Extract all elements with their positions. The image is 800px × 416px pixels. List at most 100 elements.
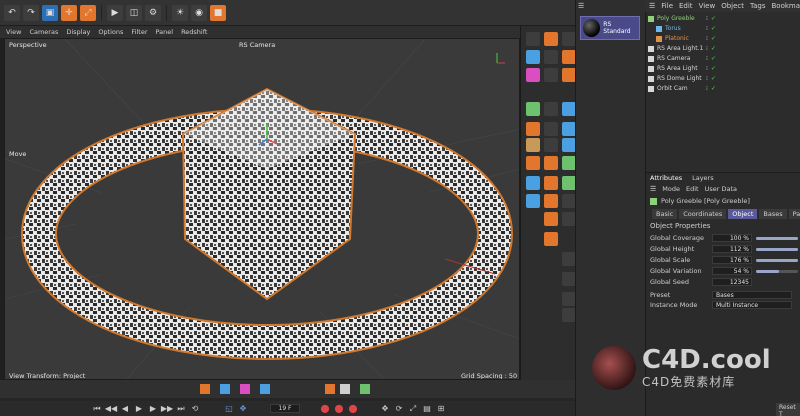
material-rs-standard[interactable]: RS Standard xyxy=(580,16,640,40)
clover-tool-icon[interactable] xyxy=(562,176,576,190)
sculpt-tool-icon[interactable] xyxy=(544,102,558,116)
enabled-check-icon[interactable]: ✓ xyxy=(711,35,716,42)
viewport-menu-view[interactable]: View xyxy=(6,28,21,36)
goto-start-icon[interactable]: ⏮ xyxy=(90,404,104,414)
tab-panels[interactable]: Panels xyxy=(788,209,800,219)
object-row[interactable]: RS Camera xyxy=(648,54,690,63)
current-frame-field[interactable]: 19 F xyxy=(270,404,300,413)
atom-tool-icon[interactable] xyxy=(562,156,576,170)
om-menu-tags[interactable]: Tags xyxy=(750,2,766,10)
visibility-dots-icon[interactable]: ⁝ xyxy=(706,65,708,72)
next-key-icon[interactable]: ▶▶ xyxy=(160,404,174,413)
light-icon[interactable]: ☀ xyxy=(172,4,188,21)
viewport-menu-options[interactable]: Options xyxy=(98,28,123,36)
global-variation-slider[interactable] xyxy=(756,269,798,273)
tab-coordinates[interactable]: Coordinates xyxy=(679,209,727,219)
null-tool-icon[interactable] xyxy=(562,194,576,208)
select-icon[interactable]: ▣ xyxy=(42,4,58,21)
object-row[interactable]: Torus xyxy=(656,24,681,33)
tab-attributes[interactable]: Attributes xyxy=(650,174,682,182)
record-rot-icon[interactable]: ⬤ xyxy=(346,404,360,413)
record-icon[interactable]: ⬤ xyxy=(318,404,332,413)
prev-frame-icon[interactable]: ◀ xyxy=(118,404,132,413)
weld-tool-icon[interactable] xyxy=(562,292,576,306)
om-menu-file[interactable]: File xyxy=(661,2,673,10)
redo-icon[interactable]: ↷ xyxy=(23,4,39,21)
enabled-check-icon[interactable]: ✓ xyxy=(711,25,716,32)
cube-tool-icon[interactable] xyxy=(526,32,540,46)
global-coverage-slider[interactable] xyxy=(756,236,798,240)
global-height-slider[interactable] xyxy=(756,247,798,251)
enabled-check-icon[interactable]: ✓ xyxy=(711,75,716,82)
tab-bases[interactable]: Bases xyxy=(759,209,787,219)
visibility-dots-icon[interactable]: ⁝ xyxy=(706,15,708,22)
capsule-tool-icon[interactable] xyxy=(544,194,558,208)
attr-menu-user-data[interactable]: User Data xyxy=(705,185,737,193)
next-frame-icon[interactable]: ▶ xyxy=(146,404,160,413)
visibility-dots-icon[interactable]: ⁝ xyxy=(706,45,708,52)
move-key-icon[interactable]: ✥ xyxy=(378,404,392,413)
auto-key-icon[interactable]: ✥ xyxy=(236,404,250,413)
record-pos-icon[interactable]: ⬤ xyxy=(332,404,346,413)
instance-mode-dropdown[interactable]: Multi Instance xyxy=(712,301,792,309)
polygon-pen-icon[interactable] xyxy=(544,212,558,226)
grid-key-icon[interactable]: ⊞ xyxy=(434,404,448,413)
camera-icon[interactable]: ◉ xyxy=(191,4,207,21)
landscape-tool-icon[interactable] xyxy=(526,194,540,208)
enabled-check-icon[interactable]: ✓ xyxy=(711,15,716,22)
deformer-tool-icon[interactable] xyxy=(526,50,540,64)
menu-icon[interactable]: ☰ xyxy=(578,2,584,12)
om-menu-object[interactable]: Object xyxy=(721,2,744,10)
bridge-tool-icon[interactable] xyxy=(562,272,576,286)
tag-tool-icon[interactable] xyxy=(562,68,576,82)
loop-icon[interactable]: ⟲ xyxy=(188,404,202,413)
global-coverage-input[interactable]: 100 % xyxy=(712,234,752,242)
reset-button[interactable]: Reset T xyxy=(776,403,800,416)
camera-tool-icon[interactable] xyxy=(544,68,558,82)
object-row[interactable]: Poly Greeble xyxy=(648,14,695,23)
spline-tool-icon[interactable] xyxy=(544,32,558,46)
visibility-dots-icon[interactable]: ⁝ xyxy=(706,85,708,92)
cone-tool-icon[interactable] xyxy=(544,122,558,136)
global-seed-input[interactable]: 12345 xyxy=(712,278,752,286)
generator-tool-icon[interactable] xyxy=(562,32,576,46)
arrow-tool-icon[interactable] xyxy=(526,122,540,136)
enabled-check-icon[interactable]: ✓ xyxy=(711,45,716,52)
enabled-check-icon[interactable]: ✓ xyxy=(711,65,716,72)
scale-icon[interactable]: ⤢ xyxy=(80,4,96,21)
field-tool-icon[interactable] xyxy=(562,50,576,64)
viewport-menu-panel[interactable]: Panel xyxy=(156,28,174,36)
object-row[interactable]: Orbit Cam xyxy=(648,84,688,93)
cube-icon[interactable]: ■ xyxy=(210,4,226,21)
bevel-tool-icon[interactable] xyxy=(562,252,576,266)
object-row[interactable]: RS Dome Light xyxy=(648,74,702,83)
prev-key-icon[interactable]: ◀◀ xyxy=(104,404,118,413)
global-variation-input[interactable]: 54 % xyxy=(712,267,752,275)
menu-icon[interactable]: ☰ xyxy=(649,2,655,10)
tab-basic[interactable]: Basic xyxy=(652,209,678,219)
visibility-dots-icon[interactable]: ⁝ xyxy=(706,55,708,62)
global-scale-slider[interactable] xyxy=(756,258,798,262)
global-scale-input[interactable]: 176 % xyxy=(712,256,752,264)
viewport-menu-filter[interactable]: Filter xyxy=(131,28,147,36)
visibility-dots-icon[interactable]: ⁝ xyxy=(706,35,708,42)
viewport-menu-redshift[interactable]: Redshift xyxy=(181,28,207,36)
attr-menu-edit[interactable]: Edit xyxy=(686,185,699,193)
cube-primitive-icon[interactable] xyxy=(526,138,540,152)
menu-icon[interactable]: ☰ xyxy=(650,185,656,193)
viewport-camera-label[interactable]: RS Camera xyxy=(239,41,275,49)
play-icon[interactable]: ▶ xyxy=(132,404,146,413)
knife-tool-icon[interactable] xyxy=(562,212,576,226)
preset-dropdown[interactable]: Bases xyxy=(712,291,792,299)
light-tool-icon[interactable] xyxy=(526,68,540,82)
pentagon-tool-icon[interactable] xyxy=(544,176,558,190)
object-row[interactable]: RS Area Light.1 xyxy=(648,44,703,53)
record-key-icon[interactable]: ◱ xyxy=(222,404,236,413)
rotate-key-icon[interactable]: ⟳ xyxy=(392,404,406,413)
visibility-dots-icon[interactable]: ⁝ xyxy=(706,75,708,82)
visibility-dots-icon[interactable]: ⁝ xyxy=(706,25,708,32)
enabled-check-icon[interactable]: ✓ xyxy=(711,85,716,92)
undo-icon[interactable]: ↶ xyxy=(4,4,20,21)
move-icon[interactable]: ✛ xyxy=(61,4,77,21)
render-icon[interactable]: ▶ xyxy=(107,4,123,21)
